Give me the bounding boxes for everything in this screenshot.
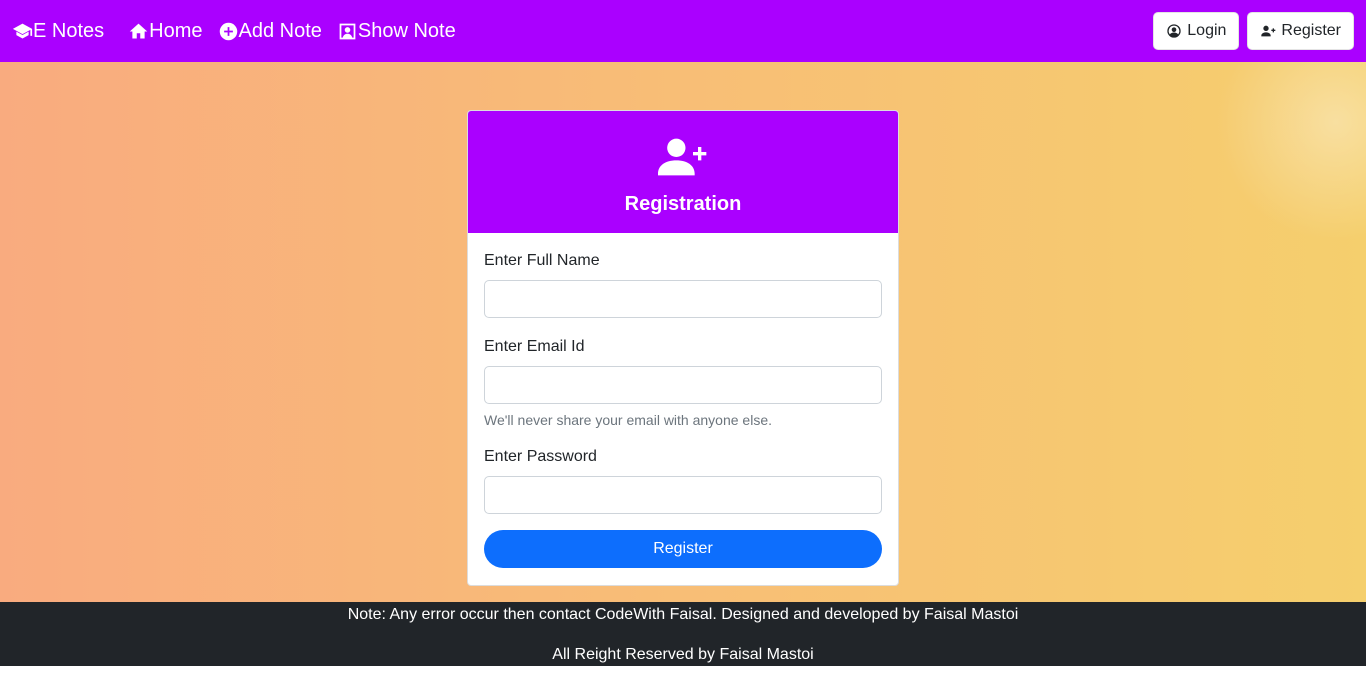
register-nav-button[interactable]: Register [1247, 12, 1354, 50]
fullname-label: Enter Full Name [484, 252, 600, 269]
navbar: E Notes Home Add Note Show Note Login Re… [0, 0, 1366, 62]
plus-circle-icon [218, 21, 239, 42]
brand-label: E Notes [33, 19, 105, 42]
nav-home[interactable]: Home [128, 19, 203, 43]
registration-card: Registration Enter Full Name Enter Email… [467, 110, 899, 586]
footer-note: Note: Any error occur then contact CodeW… [347, 606, 1019, 623]
register-submit-button[interactable]: Register [484, 530, 882, 568]
brand-link[interactable]: E Notes [12, 20, 104, 43]
nav-right: Login Register [1153, 12, 1354, 50]
footer: Note: Any error occur then contact CodeW… [0, 602, 1366, 666]
nav-add-note-label: Add Note [238, 19, 322, 42]
email-label: Enter Email Id [484, 338, 585, 355]
nav-show-note[interactable]: Show Note [337, 20, 456, 43]
email-input[interactable] [484, 366, 882, 404]
card-body: Enter Full Name Enter Email Id We'll nev… [468, 252, 898, 568]
password-label: Enter Password [484, 448, 597, 465]
nav-left: E Notes Home Add Note Show Note [0, 0, 456, 62]
footer-copyright: All Reight Reserved by Faisal Mastoi [552, 646, 814, 663]
graduation-cap-icon [12, 21, 33, 42]
email-help-text: We'll never share your email with anyone… [484, 412, 772, 428]
user-plus-icon [658, 137, 708, 177]
login-button[interactable]: Login [1153, 12, 1240, 50]
background-glow [1216, 62, 1366, 242]
card-header: Registration [468, 111, 898, 233]
fullname-input[interactable] [484, 280, 882, 318]
user-plus-icon [1261, 25, 1276, 37]
password-input[interactable] [484, 476, 882, 514]
login-label: Login [1187, 22, 1227, 39]
nav-show-note-label: Show Note [357, 19, 456, 42]
nav-home-label: Home [149, 19, 203, 42]
nav-add-note[interactable]: Add Note [218, 20, 322, 43]
card-title: Registration [624, 193, 742, 215]
home-icon [128, 21, 149, 42]
user-square-icon [337, 21, 358, 42]
register-nav-label: Register [1281, 22, 1341, 39]
user-circle-icon [1167, 24, 1181, 38]
